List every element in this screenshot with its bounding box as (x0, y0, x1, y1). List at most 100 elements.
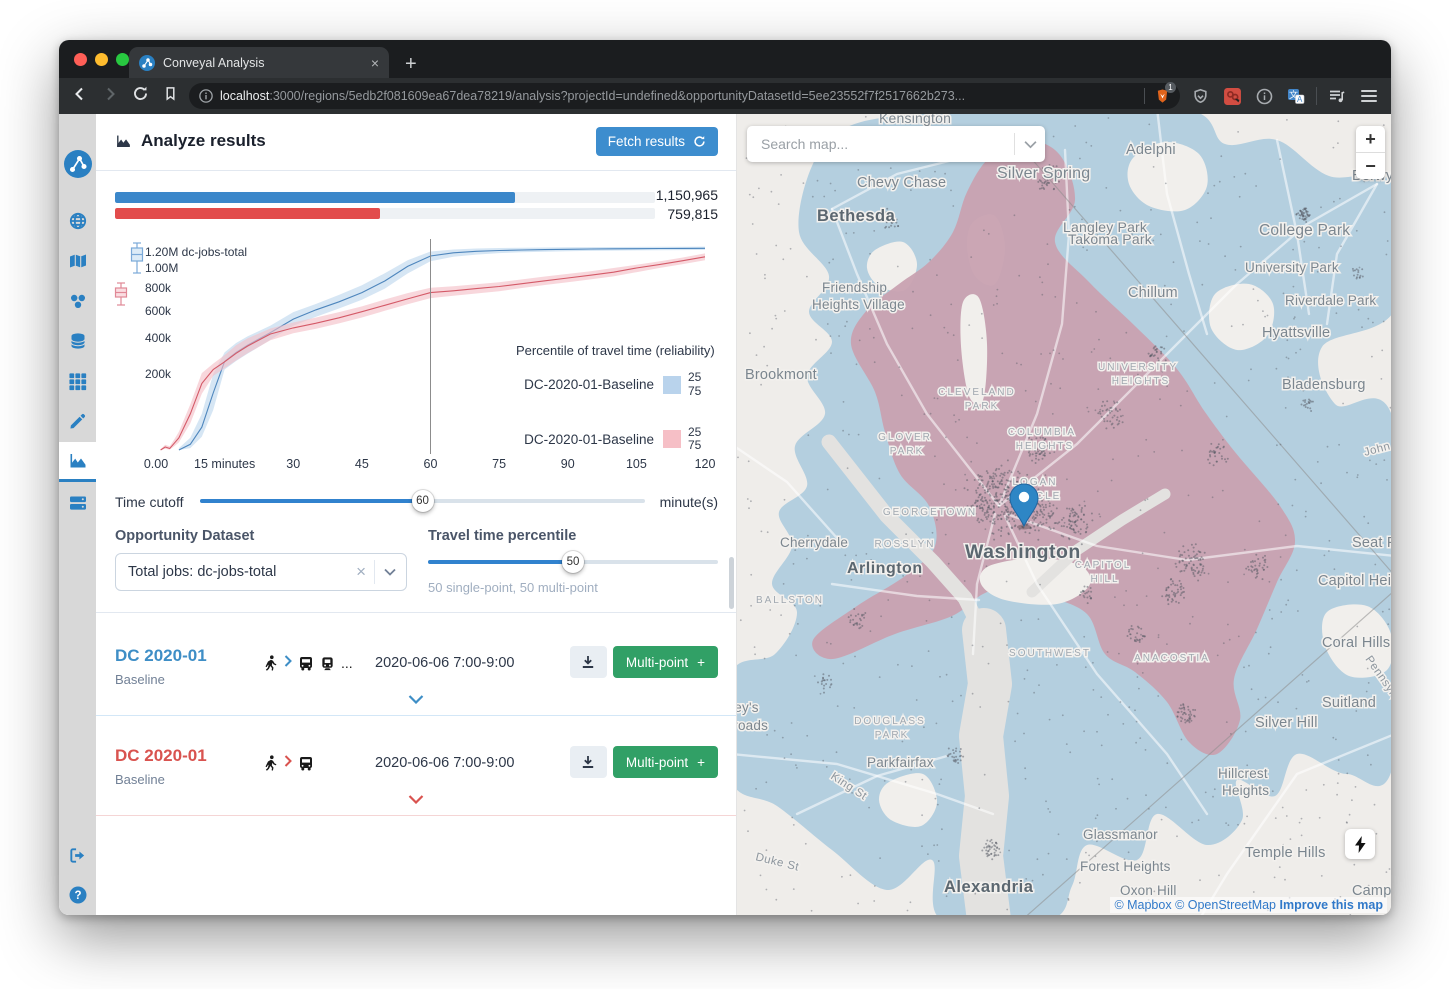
bookmark-icon[interactable] (159, 86, 181, 106)
svg-text:90: 90 (561, 457, 575, 471)
map-label: GLOVER (878, 432, 932, 443)
svg-text:45: 45 (355, 457, 369, 471)
map-label: ANACOSTIA (1134, 653, 1210, 664)
accessibility-chart: 0.0015 minutes30456075901051201.20M dc-j… (96, 235, 737, 477)
map-label: PARK (875, 730, 910, 741)
project-row-blue[interactable]: DC 2020-01 Baseline ... 2020-06-06 7:00-… (96, 632, 736, 716)
sidebar-item-bundles[interactable] (59, 281, 96, 321)
project-name[interactable]: DC 2020-01 (115, 746, 265, 766)
selected-dataset: Total jobs: dc-jobs-total (128, 564, 348, 580)
database-icon (68, 331, 88, 351)
back-icon[interactable] (69, 86, 91, 107)
time-cutoff-slider[interactable]: 60 (200, 490, 645, 512)
address-field[interactable]: localhost:3000/regions/5edb2f081609ea67d… (189, 83, 1180, 109)
progress-value-red: 759,815 (628, 206, 718, 222)
download-icon (581, 755, 595, 769)
zoom-in-button[interactable]: + (1356, 126, 1385, 153)
menu-icon[interactable] (1357, 84, 1381, 108)
map-label: Silver Hill (1255, 715, 1318, 731)
zoom-control: + − (1356, 126, 1385, 179)
extension-shield-icon[interactable] (1188, 84, 1212, 108)
time-cutoff-unit: minute(s) (660, 494, 718, 510)
chevron-down-icon[interactable] (1024, 140, 1037, 149)
sidebar-item-regions[interactable] (59, 201, 96, 241)
sidebar-item-map[interactable] (59, 241, 96, 281)
multi-point-button[interactable]: Multi-point+ (613, 646, 718, 678)
zoom-out-button[interactable]: − (1356, 153, 1385, 179)
fetch-results-button[interactable]: Fetch results (596, 127, 718, 156)
sidebar-item-grid[interactable] (59, 361, 96, 401)
map-label: Cherrydale (780, 535, 848, 550)
map-label: College Park (1259, 222, 1350, 239)
sign-out-icon (68, 846, 87, 865)
forward-icon[interactable] (99, 86, 121, 107)
sidebar-item-regional-analyses[interactable] (59, 483, 96, 523)
refresh-icon (693, 135, 706, 148)
close-tab-icon[interactable]: × (371, 56, 379, 70)
browser-tab[interactable]: Conveyal Analysis × (129, 47, 389, 78)
reload-icon[interactable] (129, 85, 151, 107)
map-label: Bladensburg (1282, 377, 1366, 393)
map-label: ROSSLYN (874, 539, 935, 550)
panel-scrollbar[interactable] (729, 557, 734, 609)
regional-bolt-button[interactable] (1345, 829, 1375, 859)
sidebar-item-analyze[interactable] (59, 442, 96, 482)
expand-chevron-red[interactable] (408, 791, 424, 809)
new-tab-button[interactable]: + (405, 54, 417, 74)
opportunity-dataset-select[interactable]: Total jobs: dc-jobs-total × (115, 553, 407, 591)
app-sidebar: ? (59, 114, 96, 915)
sidebar-item-opportunity-datasets[interactable] (59, 321, 96, 361)
svg-text:0.00: 0.00 (144, 457, 168, 471)
info-circle-icon[interactable] (1252, 84, 1276, 108)
progress-value-blue: 1,150,965 (628, 187, 718, 203)
mapbox-link[interactable]: © Mapbox (1114, 898, 1171, 912)
project-name[interactable]: DC 2020-01 (115, 646, 265, 666)
download-button[interactable] (570, 746, 607, 778)
maximize-window-button[interactable] (116, 53, 129, 66)
time-cutoff-handle[interactable]: 60 (412, 490, 434, 512)
site-info-icon[interactable] (199, 89, 213, 103)
multi-point-button[interactable]: Multi-point+ (613, 746, 718, 778)
travel-time-percentile-label: Travel time percentile (428, 528, 576, 544)
download-button[interactable] (570, 646, 607, 678)
map-label: PARK (965, 401, 1000, 412)
boxplot-blue-icon (132, 243, 143, 273)
modes-more: ... (341, 655, 353, 671)
clear-dataset-icon[interactable]: × (348, 562, 374, 582)
map-label: Brookmont (745, 367, 817, 383)
legend-title: Percentile of travel time (reliability) (516, 343, 737, 358)
search-input[interactable] (759, 135, 1014, 153)
svg-text:75: 75 (492, 457, 506, 471)
map-label: Adelphi (1126, 142, 1176, 158)
expand-chevron-blue[interactable] (408, 691, 424, 709)
map-label: HILL (1090, 574, 1119, 585)
extension-red-icon[interactable] (1220, 84, 1244, 108)
conveyal-logo[interactable] (59, 144, 96, 184)
chevron-down-icon[interactable] (384, 568, 396, 576)
favicon-conveyal-icon (139, 55, 155, 71)
svg-text:200k: 200k (145, 367, 172, 381)
improve-map-link[interactable]: Improve this map (1280, 898, 1384, 912)
map-label: CAPITOL (1075, 560, 1132, 571)
map-container[interactable]: KensingtonSilver SpringChevy ChaseBethes… (737, 114, 1391, 915)
project-row-red[interactable]: DC 2020-01 Baseline 2020-06-06 7:00-9:00… (96, 732, 736, 816)
map-search[interactable] (747, 126, 1045, 162)
svg-text:30: 30 (286, 457, 300, 471)
minimize-window-button[interactable] (95, 53, 108, 66)
translate-icon[interactable]: 文A (1284, 84, 1308, 108)
close-window-button[interactable] (74, 53, 87, 66)
percentile-caption: 50 single-point, 50 multi-point (428, 580, 598, 595)
map-label: SOUTHWEST (1009, 648, 1091, 659)
travel-time-percentile-slider[interactable]: 50 (428, 551, 718, 573)
map-label: Forest Heights (1080, 859, 1171, 874)
brave-shields-button[interactable]: 1 (1152, 86, 1173, 106)
svg-text:60: 60 (424, 457, 438, 471)
percentile-handle[interactable]: 50 (562, 551, 584, 573)
cluster-icon (68, 291, 88, 311)
sidebar-item-help[interactable]: ? (59, 875, 96, 915)
sidebar-item-edit-modifications[interactable] (59, 401, 96, 441)
playlist-icon[interactable] (1325, 84, 1349, 108)
map-label: Washington (965, 541, 1081, 563)
osm-link[interactable]: © OpenStreetMap (1175, 898, 1276, 912)
sidebar-item-sign-out[interactable] (59, 835, 96, 875)
